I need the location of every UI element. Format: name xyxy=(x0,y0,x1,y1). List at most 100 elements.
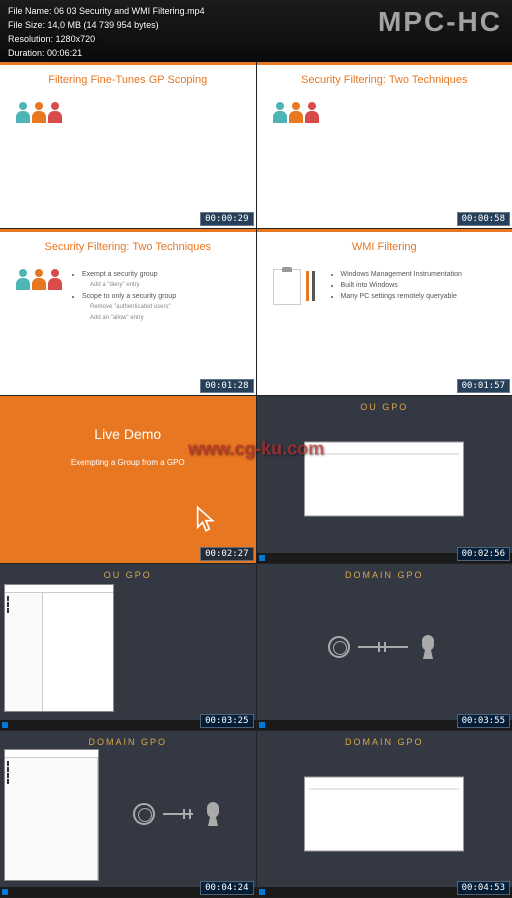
accent-bar xyxy=(0,229,256,232)
timestamp: 00:01:28 xyxy=(200,379,253,393)
gpo-label: DOMAIN GPO xyxy=(88,737,167,747)
slide-body xyxy=(0,94,256,132)
thumb-6[interactable]: OU GPO 00:03:25 xyxy=(0,564,256,730)
gpo-label: OU GPO xyxy=(360,402,408,412)
thumb-8[interactable]: DOMAIN GPO 00:04:24 xyxy=(0,731,256,897)
person-icon xyxy=(16,102,30,124)
cursor-icon xyxy=(196,505,216,533)
connection-line xyxy=(358,646,408,648)
clipboard-wrap xyxy=(273,269,301,305)
window-titlebar xyxy=(5,585,113,593)
gpo-label: OU GPO xyxy=(104,570,152,580)
gpmc-window xyxy=(4,584,114,712)
bullet: Built into Windows xyxy=(341,280,462,291)
slide-title: Security Filtering: Two Techniques xyxy=(0,229,256,261)
window-titlebar xyxy=(5,750,98,758)
person-icon xyxy=(273,102,287,124)
thumb-1[interactable]: Security Filtering: Two Techniques 00:00… xyxy=(257,62,512,228)
timestamp: 00:04:24 xyxy=(200,881,253,895)
file-size-label: File Size: xyxy=(8,20,45,30)
accent-bar xyxy=(257,229,512,232)
tree-item xyxy=(7,773,95,778)
people-icons xyxy=(273,102,319,124)
tree-item xyxy=(7,761,95,766)
connection-line xyxy=(163,813,193,815)
concept-graphic xyxy=(133,800,225,828)
timestamp: 00:03:55 xyxy=(457,714,510,728)
window-split xyxy=(5,593,113,711)
bullet: Scope to only a security group xyxy=(82,291,176,302)
timestamp: 00:00:29 xyxy=(200,212,253,226)
duration-value: 00:06:21 xyxy=(47,48,82,58)
bullet-sub: Add an "allow" entry xyxy=(90,313,176,324)
timestamp: 00:04:53 xyxy=(457,881,510,895)
people-icons xyxy=(16,102,62,124)
slide-title: Security Filtering: Two Techniques xyxy=(257,62,512,94)
pen-icon xyxy=(306,271,309,301)
timestamp: 00:02:56 xyxy=(457,547,510,561)
user-head-icon xyxy=(416,633,440,661)
tree-item xyxy=(7,596,40,601)
tree-item xyxy=(7,608,40,613)
person-icon xyxy=(48,102,62,124)
slide-body: Exempt a security group Add a "deny" ent… xyxy=(0,261,256,332)
bullet-sub: Add a "deny" entry xyxy=(90,280,176,291)
tree-item xyxy=(7,602,40,607)
live-demo-subtitle: Exempting a Group from a GPO xyxy=(0,458,256,467)
panel-toolbar xyxy=(309,781,459,789)
thumb-2[interactable]: Security Filtering: Two Techniques Exemp… xyxy=(0,229,256,395)
thumb-7[interactable]: DOMAIN GPO 00:03:55 xyxy=(257,564,512,730)
bulb-icon xyxy=(133,803,155,825)
user-head-icon xyxy=(201,800,225,828)
details-pane xyxy=(43,593,113,711)
bullet: Many PC settings remotely queryable xyxy=(341,291,462,302)
thumb-0[interactable]: Filtering Fine-Tunes GP Scoping 00:00:29 xyxy=(0,62,256,228)
tree-pane xyxy=(5,593,43,711)
gpmc-window xyxy=(4,749,99,881)
slide-body xyxy=(257,94,512,132)
person-icon xyxy=(16,269,30,291)
resolution-value: 1280x720 xyxy=(56,34,96,44)
bullet: Windows Management Instrumentation xyxy=(341,269,462,280)
timestamp: 00:02:27 xyxy=(200,547,253,561)
file-name-value: 06 03 Security and WMI Filtering.mp4 xyxy=(54,6,205,16)
bullet-list: Exempt a security group Add a "deny" ent… xyxy=(74,269,176,324)
live-demo-title: Live Demo xyxy=(0,396,256,442)
people-icons xyxy=(16,269,62,291)
slide-title: Filtering Fine-Tunes GP Scoping xyxy=(0,62,256,94)
duration-line: Duration: 00:06:21 xyxy=(8,46,504,60)
duration-label: Duration: xyxy=(8,48,45,58)
gpo-label: DOMAIN GPO xyxy=(345,570,424,580)
person-icon xyxy=(32,269,46,291)
timestamp: 00:00:58 xyxy=(457,212,510,226)
concept-graphic xyxy=(328,633,440,661)
timestamp: 00:03:25 xyxy=(200,714,253,728)
pencil-icon xyxy=(312,271,315,301)
thumb-3[interactable]: WMI Filtering Windows Management Instrum… xyxy=(257,229,512,395)
tree-pane xyxy=(5,758,98,880)
bulb-icon xyxy=(328,636,350,658)
slide-title: WMI Filtering xyxy=(257,229,512,261)
info-header: File Name: 06 03 Security and WMI Filter… xyxy=(0,0,512,62)
thumb-4[interactable]: Live Demo Exempting a Group from a GPO 0… xyxy=(0,396,256,562)
accent-bar xyxy=(0,62,256,65)
gpmc-panel xyxy=(304,776,464,851)
person-icon xyxy=(305,102,319,124)
bullet-sub: Remove "authenticated users" xyxy=(90,302,176,313)
thumb-9[interactable]: DOMAIN GPO 00:04:53 xyxy=(257,731,512,897)
person-icon xyxy=(32,102,46,124)
tree-item xyxy=(7,779,95,784)
bullet: Exempt a security group xyxy=(82,269,176,280)
thumb-5[interactable]: OU GPO 00:02:56 xyxy=(257,396,512,562)
panel-toolbar xyxy=(309,447,459,455)
thumbnail-grid: Filtering Fine-Tunes GP Scoping 00:00:29… xyxy=(0,62,512,898)
gpo-label: DOMAIN GPO xyxy=(345,737,424,747)
clipboard-icon xyxy=(273,269,301,305)
person-icon xyxy=(289,102,303,124)
person-icon xyxy=(48,269,62,291)
file-size-value: 14,0 MB (14 739 954 bytes) xyxy=(48,20,159,30)
tree-item xyxy=(7,767,95,772)
resolution-label: Resolution: xyxy=(8,34,53,44)
accent-bar xyxy=(257,62,512,65)
app-title: MPC-HC xyxy=(378,6,502,38)
